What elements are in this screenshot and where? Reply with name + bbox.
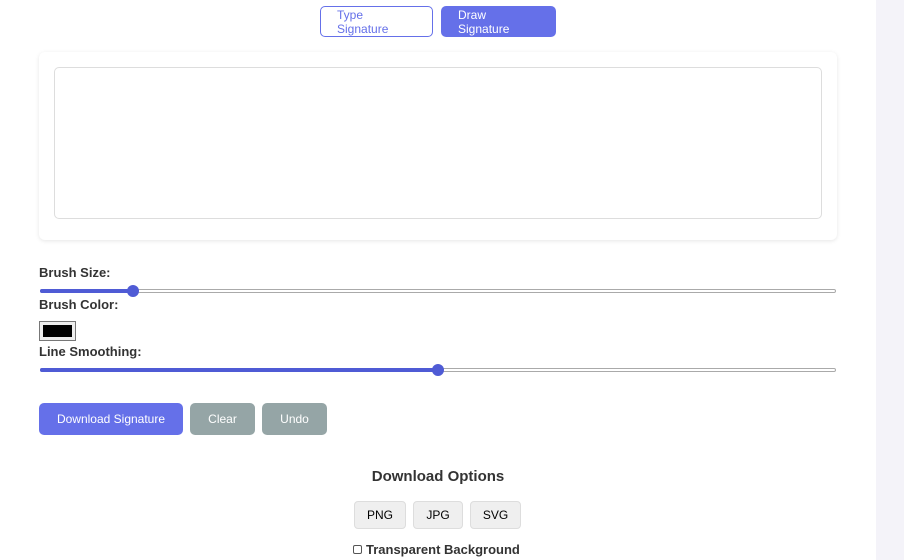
jpg-button[interactable]: JPG bbox=[413, 501, 463, 529]
transparent-background-checkbox[interactable] bbox=[353, 545, 362, 554]
download-options-title: Download Options bbox=[371, 468, 505, 485]
tab-draw-signature[interactable]: Draw Signature bbox=[441, 6, 556, 37]
png-button[interactable]: PNG bbox=[354, 501, 406, 529]
line-smoothing-label: Line Smoothing: bbox=[39, 344, 142, 359]
signature-card bbox=[39, 52, 837, 240]
tab-type-signature[interactable]: Type Signature bbox=[320, 6, 433, 37]
line-smoothing-thumb[interactable] bbox=[432, 364, 444, 376]
transparent-background-label: Transparent Background bbox=[366, 542, 520, 557]
line-smoothing-fill bbox=[40, 368, 437, 372]
brush-size-fill bbox=[40, 289, 133, 293]
signature-canvas[interactable] bbox=[54, 67, 822, 219]
brush-size-slider[interactable] bbox=[40, 285, 836, 297]
page-scrollbar-area bbox=[876, 0, 904, 560]
mode-tabs: Type Signature Draw Signature bbox=[320, 6, 556, 37]
line-smoothing-slider[interactable] bbox=[40, 364, 836, 376]
brush-color-picker[interactable] bbox=[39, 321, 76, 341]
undo-button[interactable]: Undo bbox=[262, 403, 327, 435]
download-signature-button[interactable]: Download Signature bbox=[39, 403, 183, 435]
brush-size-thumb[interactable] bbox=[127, 285, 140, 297]
svg-button[interactable]: SVG bbox=[470, 501, 521, 529]
transparent-background-option[interactable]: Transparent Background bbox=[353, 542, 520, 557]
clear-button[interactable]: Clear bbox=[190, 403, 255, 435]
brush-color-label: Brush Color: bbox=[39, 297, 119, 312]
brush-size-label: Brush Size: bbox=[39, 265, 111, 280]
brush-color-swatch bbox=[43, 325, 72, 337]
